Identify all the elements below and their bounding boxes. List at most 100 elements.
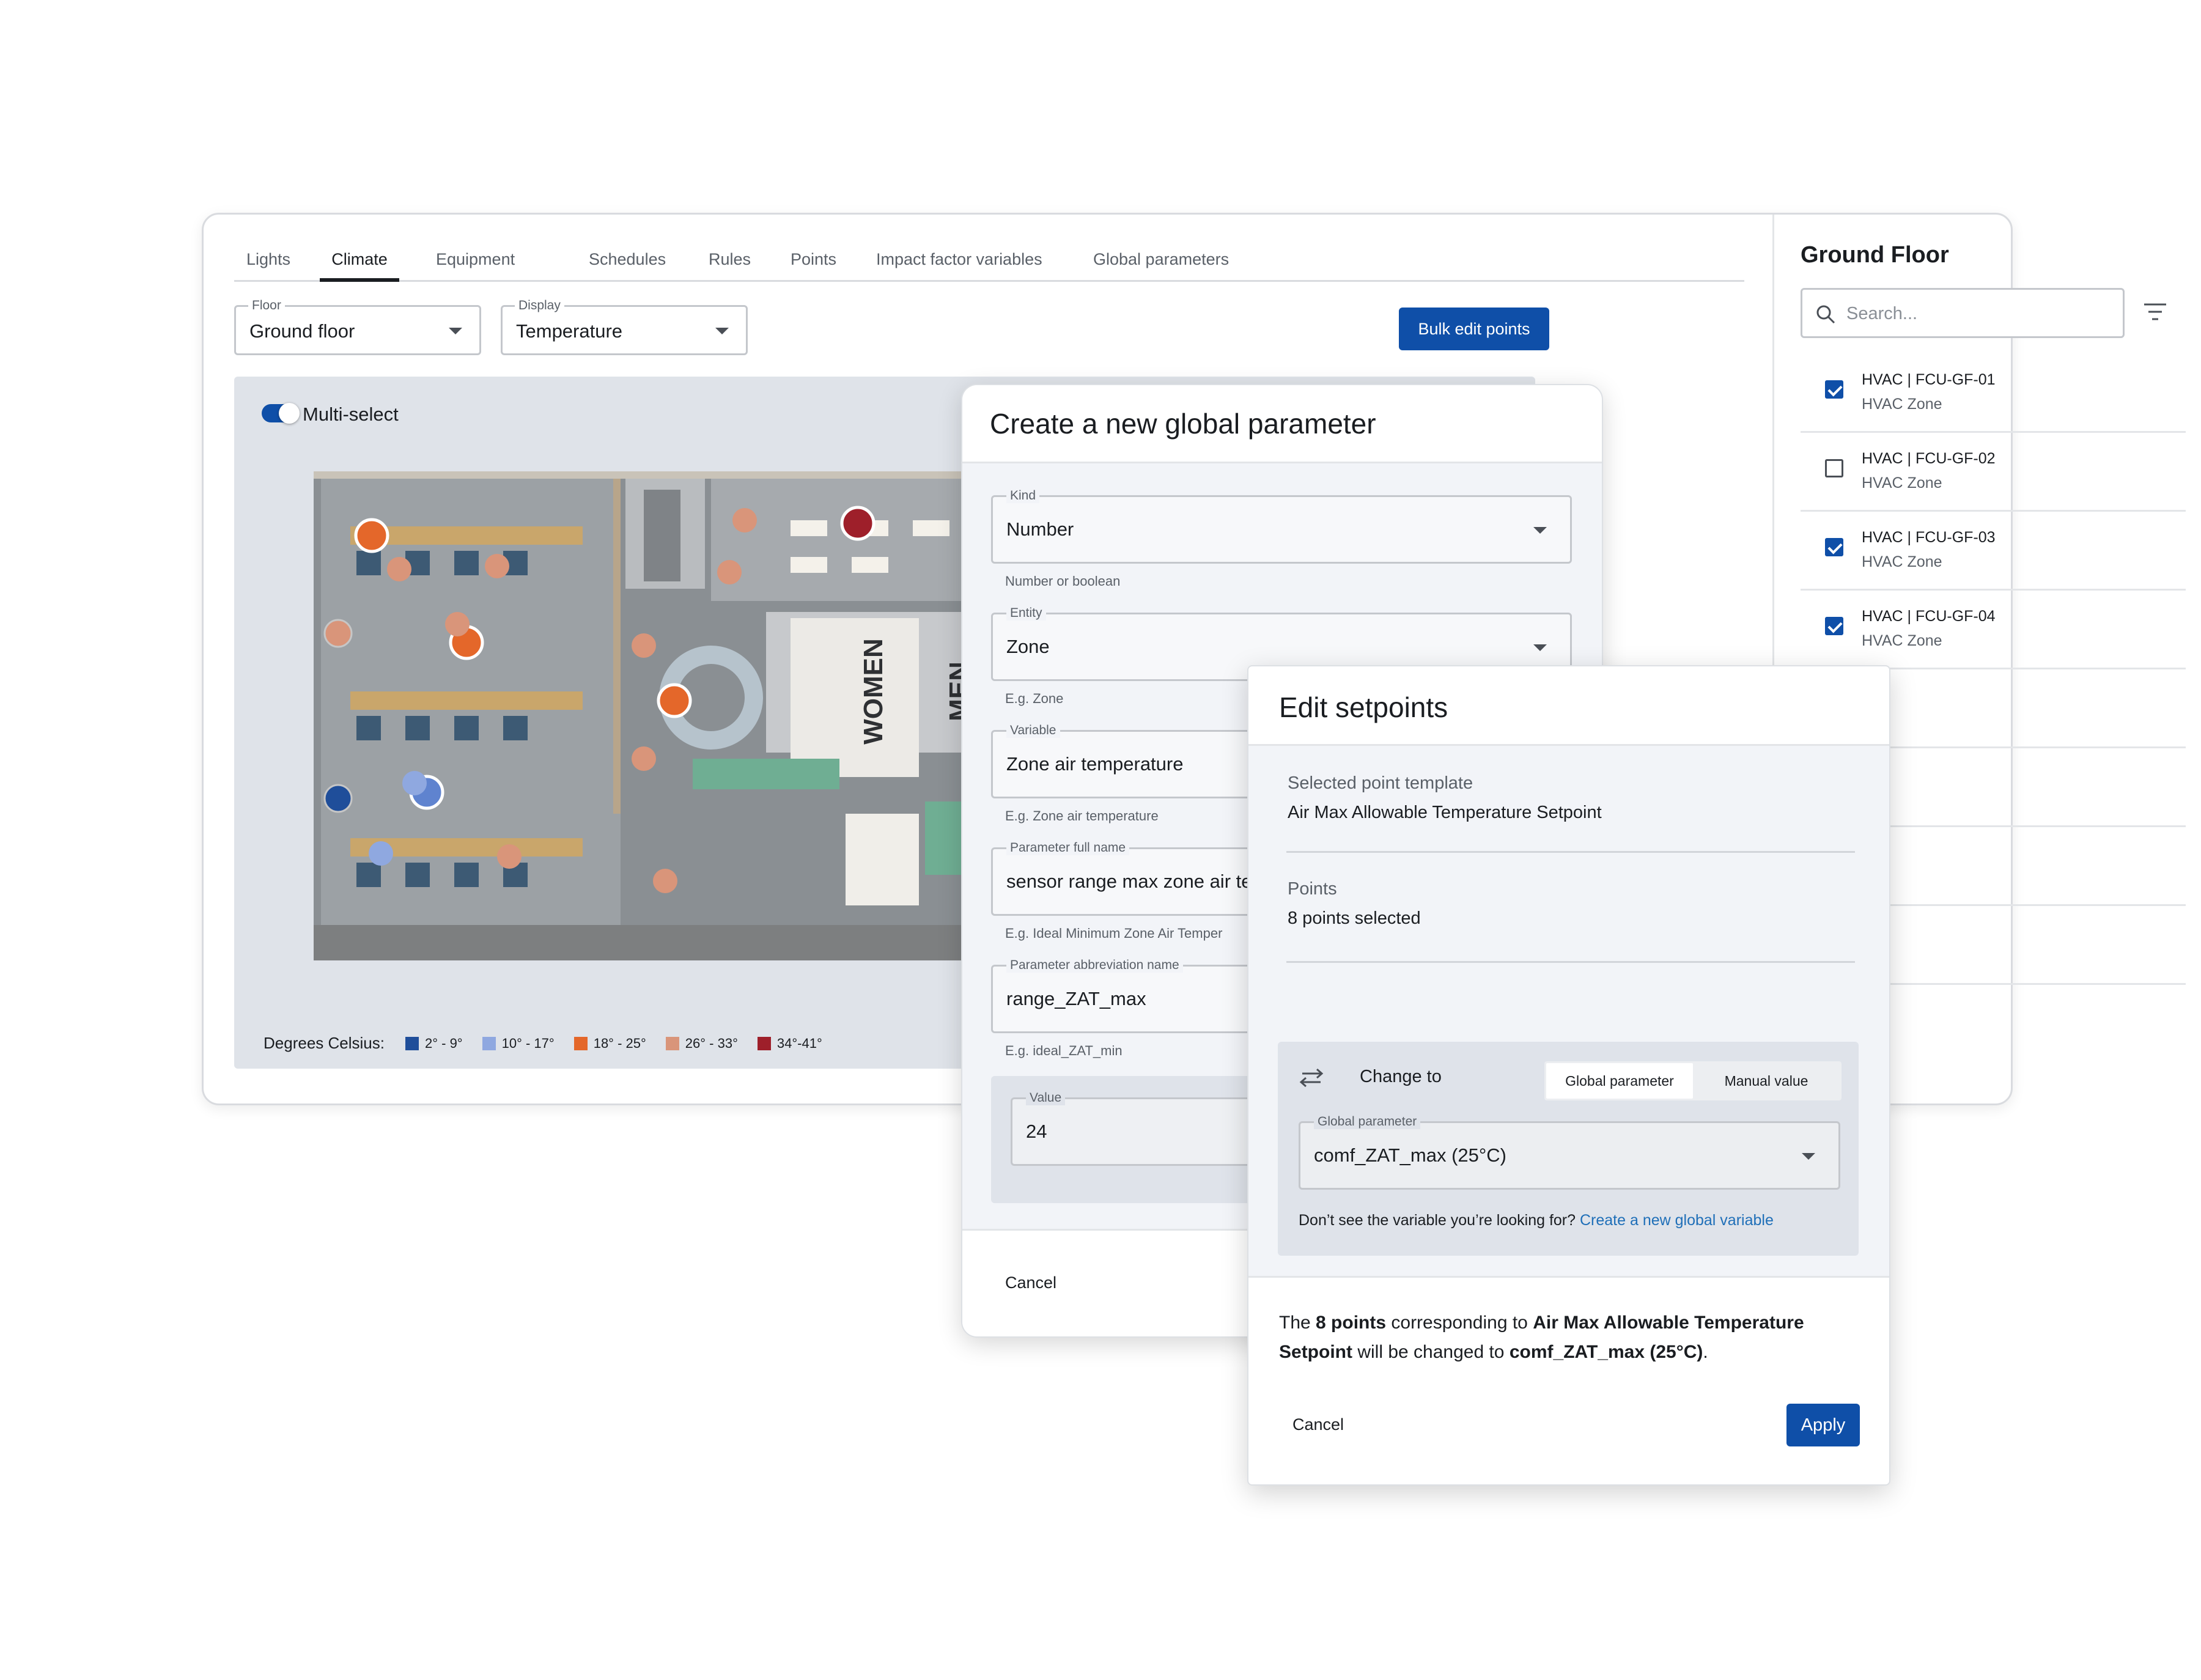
zone-list-item[interactable]: HVAC | FCU-GF-03 HVAC Zone	[1801, 512, 2186, 591]
summary-text: The	[1279, 1313, 1316, 1333]
full-name-helper: E.g. Ideal Minimum Zone Air Temper	[1005, 926, 1223, 941]
kind-value: Number	[1006, 518, 1074, 540]
template-value: Air Max Allowable Temperature Setpoint	[1288, 803, 1602, 822]
tab-points[interactable]: Points	[791, 239, 836, 282]
edit-setpoints-dialog: Edit setpoints Selected point template A…	[1247, 665, 1890, 1486]
checkbox[interactable]	[1825, 538, 1843, 556]
legend-label: 26° - 33°	[685, 1035, 738, 1051]
dialog-header: Edit setpoints	[1248, 666, 1889, 746]
global-parameter-option[interactable]: Global parameter	[1546, 1063, 1693, 1099]
search-input[interactable]	[1846, 300, 2109, 328]
chevron-down-icon	[715, 328, 729, 334]
selected-template-block: Selected point template Air Max Allowabl…	[1286, 773, 1855, 853]
template-label: Selected point template	[1288, 773, 1473, 793]
legend-swatch	[665, 1036, 679, 1050]
abbrev-value: range_ZAT_max	[1006, 988, 1146, 1009]
zone-name: HVAC | FCU-GF-03	[1862, 529, 1996, 546]
tab-climate[interactable]: Climate	[320, 239, 399, 282]
floor-select[interactable]: Floor Ground floor	[234, 298, 481, 355]
zone-type: HVAC Zone	[1862, 632, 1942, 649]
dialog-body: Selected point template Air Max Allowabl…	[1248, 746, 1889, 1278]
legend-swatch	[405, 1036, 419, 1050]
dialog-title: Edit setpoints	[1279, 691, 1448, 723]
floor-select-value: Ground floor	[249, 320, 355, 342]
tab-impact-factor-variables[interactable]: Impact factor variables	[876, 239, 1042, 282]
summary-count: 8 points	[1316, 1313, 1387, 1333]
panel-title: Ground Floor	[1801, 242, 1949, 268]
legend-swatch	[573, 1036, 588, 1050]
zone-search	[1801, 288, 2125, 338]
multi-select-toggle[interactable]	[262, 403, 300, 424]
tab-bar: Lights Climate Equipment Schedules Rules…	[234, 239, 1744, 282]
display-select-value: Temperature	[516, 320, 623, 342]
display-select[interactable]: Display Temperature	[501, 298, 748, 355]
tab-rules[interactable]: Rules	[709, 239, 751, 282]
full-name-value: sensor range max zone air ter	[1006, 871, 1258, 892]
points-block: Points 8 points selected	[1286, 879, 1855, 963]
legend-item: 26° - 33°	[665, 1035, 738, 1052]
entity-value: Zone	[1006, 636, 1050, 657]
swap-arrows-icon	[1299, 1068, 1324, 1088]
legend-item: 34°-41°	[757, 1035, 822, 1052]
legend-item: 18° - 25°	[573, 1035, 646, 1052]
legend-label: 18° - 25°	[593, 1035, 646, 1051]
change-summary: The 8 points corresponding to Air Max Al…	[1279, 1308, 1829, 1367]
multi-select-label: Multi-select	[303, 403, 399, 425]
legend-label: 34°-41°	[776, 1035, 822, 1051]
tab-global-parameters[interactable]: Global parameters	[1093, 239, 1229, 282]
chevron-down-icon	[1533, 644, 1547, 651]
zone-list-item[interactable]: HVAC | FCU-GF-04 HVAC Zone	[1801, 591, 2186, 669]
filter-icon[interactable]	[2143, 301, 2167, 322]
tab-schedules[interactable]: Schedules	[589, 239, 666, 282]
temperature-legend: Degrees Celsius: 2° - 9° 10° - 17° 18° -…	[264, 1034, 842, 1053]
kind-helper: Number or boolean	[1005, 573, 1121, 589]
checkbox[interactable]	[1825, 617, 1843, 635]
zone-name: HVAC | FCU-GF-01	[1862, 371, 1996, 388]
zone-type: HVAC Zone	[1862, 553, 1942, 570]
search-icon	[1816, 305, 1835, 324]
zone-list-item[interactable]: HVAC | FCU-GF-01 HVAC Zone	[1801, 354, 2186, 433]
zone-name: HVAC | FCU-GF-04	[1862, 608, 1996, 625]
manual-value-option[interactable]: Manual value	[1693, 1063, 1840, 1099]
points-label: Points	[1288, 879, 1337, 899]
dialog-title: Create a new global parameter	[990, 408, 1376, 440]
apply-button[interactable]: Apply	[1786, 1404, 1860, 1446]
chevron-down-icon	[1802, 1153, 1815, 1160]
entity-helper: E.g. Zone	[1005, 691, 1064, 706]
missing-variable-hint: Don’t see the variable you’re looking fo…	[1299, 1212, 1774, 1229]
restroom-label-women: WOMEN	[858, 638, 888, 745]
checkbox[interactable]	[1825, 459, 1843, 477]
bulk-edit-points-button[interactable]: Bulk edit points	[1399, 308, 1549, 350]
dialog-header: Create a new global parameter	[962, 385, 1602, 463]
variable-value: Zone air temperature	[1006, 753, 1184, 775]
hint-text: Don’t see the variable you’re looking fo…	[1299, 1212, 1576, 1229]
checkbox[interactable]	[1825, 380, 1843, 399]
legend-swatch	[757, 1036, 771, 1050]
cancel-button[interactable]: Cancel	[1005, 1273, 1056, 1292]
abbrev-helper: E.g. ideal_ZAT_min	[1005, 1043, 1123, 1058]
value-value: 24	[1026, 1121, 1047, 1142]
create-global-variable-link[interactable]: Create a new global variable	[1580, 1212, 1774, 1229]
legend-item: 10° - 17°	[482, 1036, 555, 1052]
legend-item: 2° - 9°	[405, 1036, 463, 1052]
tab-equipment[interactable]: Equipment	[436, 239, 515, 282]
cancel-button[interactable]: Cancel	[1292, 1415, 1344, 1434]
legend-title: Degrees Celsius:	[264, 1034, 385, 1052]
summary-text: will be changed to	[1352, 1342, 1510, 1362]
zone-name: HVAC | FCU-GF-02	[1862, 450, 1996, 467]
summary-target: comf_ZAT_max (25°C)	[1509, 1342, 1703, 1362]
change-to-label: Change to	[1360, 1067, 1442, 1086]
legend-swatch	[482, 1036, 496, 1050]
global-parameter-select[interactable]: Global parameter comf_ZAT_max (25°C)	[1299, 1114, 1840, 1190]
chevron-down-icon	[449, 328, 462, 334]
summary-text: .	[1703, 1342, 1708, 1362]
change-to-section: Change to Global parameter Manual value …	[1278, 1042, 1859, 1256]
chevron-down-icon	[1533, 527, 1547, 534]
tab-lights[interactable]: Lights	[246, 239, 290, 282]
points-value: 8 points selected	[1288, 908, 1421, 928]
zone-list-item[interactable]: HVAC | FCU-GF-02 HVAC Zone	[1801, 433, 2186, 512]
kind-select[interactable]: Kind Number	[991, 488, 1572, 564]
global-parameter-value: comf_ZAT_max (25°C)	[1314, 1144, 1506, 1166]
toggle-knob	[279, 403, 300, 424]
zone-type: HVAC Zone	[1862, 474, 1942, 492]
